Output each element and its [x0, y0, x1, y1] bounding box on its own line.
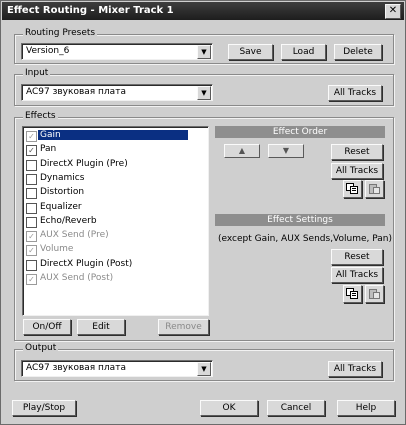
effect-label: AUX Send (Post)	[40, 273, 114, 283]
effect-list-item[interactable]: ✓ Gain	[26, 130, 191, 143]
move-up-button[interactable]: ▲	[224, 144, 260, 158]
effect-list-item[interactable]: ✓ AUX Send (Post)	[26, 273, 191, 286]
edit-button[interactable]: Edit	[77, 319, 125, 335]
effect-checkbox[interactable]: ✓	[26, 131, 37, 142]
delete-button[interactable]: Delete	[334, 44, 382, 60]
effect-list-item[interactable]: ✓ Pan	[26, 144, 191, 157]
close-icon[interactable]: ✕	[385, 4, 401, 19]
effect-settings-header: Effect Settings	[215, 214, 385, 226]
effect-label: Gain	[38, 130, 188, 140]
arrow-up-icon: ▲	[238, 146, 246, 155]
chevron-down-icon[interactable]: ▼	[197, 45, 211, 59]
cancel-button[interactable]: Cancel	[267, 400, 325, 416]
copy-icon	[346, 288, 358, 299]
title-bar[interactable]: Effect Routing - Mixer Track 1 ✕	[2, 2, 404, 20]
effect-label: AUX Send (Pre)	[40, 230, 109, 241]
chevron-down-icon[interactable]: ▼	[197, 362, 211, 376]
effect-list-item[interactable]: ✓ Volume	[26, 244, 191, 257]
effect-checkbox[interactable]	[26, 202, 37, 214]
effect-label: Volume	[40, 244, 74, 255]
effects-label: Effects	[23, 111, 58, 121]
effect-settings-reset-button[interactable]: Reset	[331, 249, 383, 265]
paste-icon	[369, 184, 380, 194]
effect-order-all-tracks-button[interactable]: All Tracks	[331, 163, 383, 179]
effect-list-item[interactable]: ✓ AUX Send (Pre)	[26, 230, 191, 243]
effect-list-item[interactable]: DirectX Plugin (Pre)	[26, 159, 191, 172]
arrow-down-icon: ▼	[282, 146, 290, 155]
routing-presets-combo[interactable]: Version_6 ▼	[21, 43, 213, 60]
effect-settings-note: (except Gain, AUX Sends,Volume, Pan)	[218, 234, 392, 244]
effect-label: DirectX Plugin (Post)	[40, 258, 133, 269]
effect-checkbox[interactable]: ✓	[26, 245, 37, 257]
effect-checkbox[interactable]	[26, 216, 37, 228]
input-all-tracks-button[interactable]: All Tracks	[328, 85, 382, 101]
window-title: Effect Routing - Mixer Track 1	[7, 5, 174, 16]
copy-order-button[interactable]	[343, 180, 362, 198]
effect-checkbox[interactable]: ✓	[26, 145, 37, 157]
help-button[interactable]: Help	[337, 400, 395, 416]
effect-checkbox[interactable]	[26, 173, 37, 185]
play-stop-button[interactable]: Play/Stop	[12, 400, 76, 416]
copy-icon	[346, 183, 358, 194]
on-off-button[interactable]: On/Off	[23, 319, 71, 335]
effect-order-reset-button[interactable]: Reset	[331, 144, 383, 160]
effect-list-item[interactable]: Equalizer	[26, 202, 191, 215]
effects-list[interactable]: ✓ Gain ✓ Pan DirectX Plugin (Pre) Dynamics Dis…	[22, 126, 209, 316]
effect-label: Equalizer	[40, 201, 82, 212]
effect-list-item[interactable]: DirectX Plugin (Post)	[26, 259, 191, 272]
input-value: AC97 звуковая плата	[26, 87, 126, 97]
paste-settings-button[interactable]	[365, 285, 384, 303]
effect-list-item[interactable]: Distortion	[26, 187, 191, 200]
effect-routing-window: Effect Routing - Mixer Track 1 ✕ Routing…	[0, 0, 406, 425]
effect-checkbox[interactable]	[26, 188, 37, 200]
effect-label: Pan	[40, 144, 57, 155]
load-button[interactable]: Load	[281, 44, 326, 60]
effect-checkbox[interactable]: ✓	[26, 231, 37, 243]
ok-button[interactable]: OK	[200, 400, 258, 416]
paste-order-button[interactable]	[365, 180, 384, 198]
effect-label: Distortion	[40, 187, 85, 198]
effect-checkbox[interactable]	[26, 159, 37, 171]
effect-list-item[interactable]: Dynamics	[26, 173, 191, 186]
routing-presets-value: Version_6	[26, 46, 70, 56]
output-all-tracks-button[interactable]: All Tracks	[328, 361, 382, 377]
move-down-button[interactable]: ▼	[268, 144, 304, 158]
input-combo[interactable]: AC97 звуковая плата ▼	[21, 84, 213, 101]
effect-label: DirectX Plugin (Pre)	[40, 158, 128, 169]
output-combo[interactable]: AC97 звуковая плата ▼	[21, 360, 213, 377]
save-button[interactable]: Save	[228, 44, 273, 60]
copy-settings-button[interactable]	[343, 285, 362, 303]
input-label: Input	[23, 68, 51, 78]
effect-label: Dynamics	[40, 172, 85, 183]
effect-label: Echo/Reverb	[40, 215, 97, 226]
effect-list-item[interactable]: Echo/Reverb	[26, 216, 191, 229]
routing-presets-label: Routing Presets	[23, 28, 98, 38]
effect-order-header: Effect Order	[215, 126, 385, 138]
effect-checkbox[interactable]	[26, 259, 37, 271]
effect-settings-all-tracks-button[interactable]: All Tracks	[331, 267, 383, 283]
chevron-down-icon[interactable]: ▼	[197, 86, 211, 100]
output-label: Output	[23, 343, 59, 353]
output-value: AC97 звуковая плата	[26, 363, 126, 373]
effect-checkbox[interactable]: ✓	[26, 274, 37, 285]
paste-icon	[369, 289, 380, 299]
remove-button[interactable]: Remove	[158, 319, 209, 335]
